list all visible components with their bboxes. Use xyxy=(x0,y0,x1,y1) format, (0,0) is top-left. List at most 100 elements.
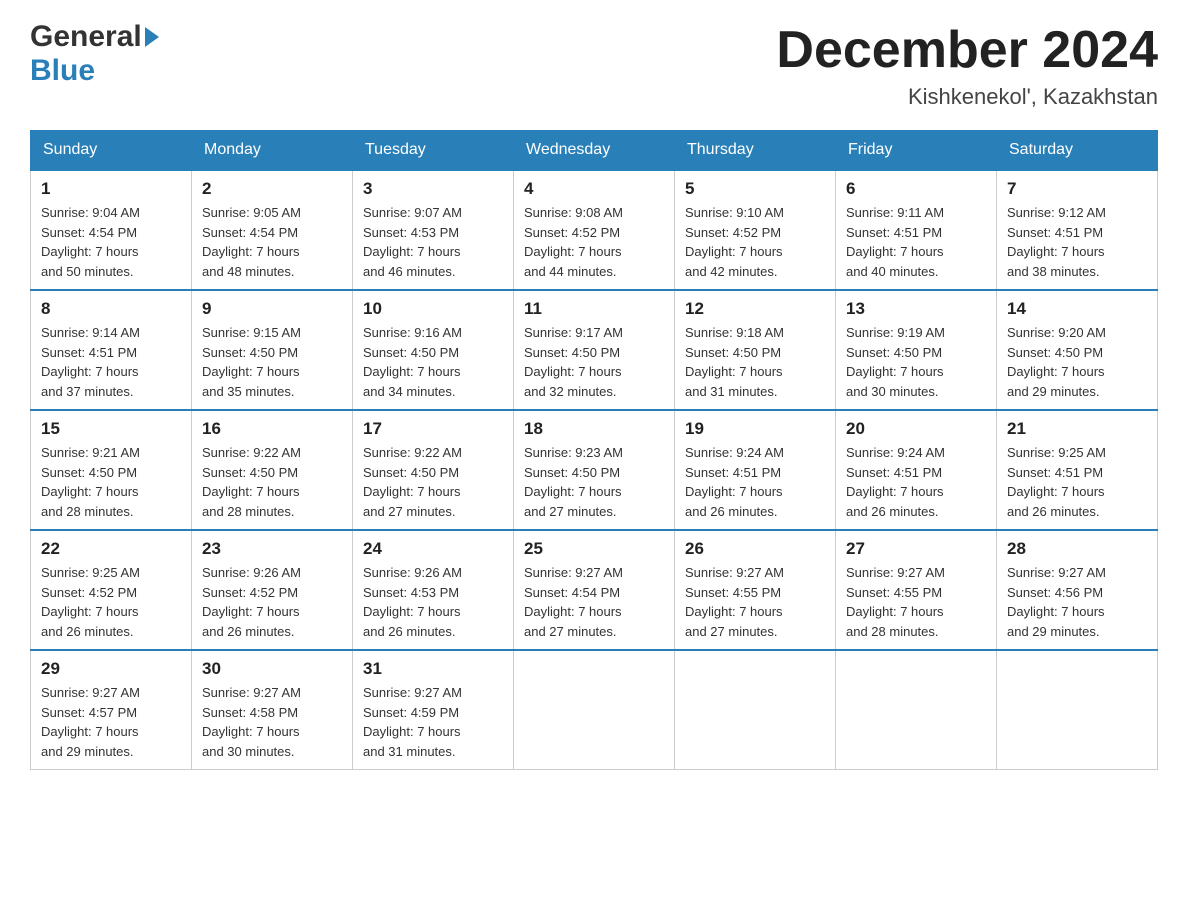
day-info: Sunrise: 9:20 AM Sunset: 4:50 PM Dayligh… xyxy=(1007,323,1147,401)
weekday-header-row: SundayMondayTuesdayWednesdayThursdayFrid… xyxy=(31,131,1158,171)
day-number: 26 xyxy=(685,539,825,559)
logo-blue-text: Blue xyxy=(30,54,95,88)
day-number: 25 xyxy=(524,539,664,559)
day-info: Sunrise: 9:27 AM Sunset: 4:55 PM Dayligh… xyxy=(685,563,825,641)
calendar-week-row: 22 Sunrise: 9:25 AM Sunset: 4:52 PM Dayl… xyxy=(31,530,1158,650)
calendar-cell: 14 Sunrise: 9:20 AM Sunset: 4:50 PM Dayl… xyxy=(997,290,1158,410)
day-number: 17 xyxy=(363,419,503,439)
day-number: 1 xyxy=(41,179,181,199)
day-info: Sunrise: 9:26 AM Sunset: 4:52 PM Dayligh… xyxy=(202,563,342,641)
day-number: 7 xyxy=(1007,179,1147,199)
month-title: December 2024 xyxy=(776,20,1158,80)
weekday-header-monday: Monday xyxy=(192,131,353,171)
calendar-cell: 29 Sunrise: 9:27 AM Sunset: 4:57 PM Dayl… xyxy=(31,650,192,770)
day-info: Sunrise: 9:16 AM Sunset: 4:50 PM Dayligh… xyxy=(363,323,503,401)
day-info: Sunrise: 9:14 AM Sunset: 4:51 PM Dayligh… xyxy=(41,323,181,401)
day-number: 16 xyxy=(202,419,342,439)
day-number: 15 xyxy=(41,419,181,439)
day-number: 23 xyxy=(202,539,342,559)
day-info: Sunrise: 9:27 AM Sunset: 4:56 PM Dayligh… xyxy=(1007,563,1147,641)
day-info: Sunrise: 9:27 AM Sunset: 4:58 PM Dayligh… xyxy=(202,683,342,761)
calendar-cell: 16 Sunrise: 9:22 AM Sunset: 4:50 PM Dayl… xyxy=(192,410,353,530)
day-info: Sunrise: 9:27 AM Sunset: 4:55 PM Dayligh… xyxy=(846,563,986,641)
calendar-cell xyxy=(514,650,675,770)
calendar-cell: 7 Sunrise: 9:12 AM Sunset: 4:51 PM Dayli… xyxy=(997,170,1158,290)
day-info: Sunrise: 9:27 AM Sunset: 4:57 PM Dayligh… xyxy=(41,683,181,761)
day-number: 5 xyxy=(685,179,825,199)
calendar-week-row: 1 Sunrise: 9:04 AM Sunset: 4:54 PM Dayli… xyxy=(31,170,1158,290)
day-info: Sunrise: 9:04 AM Sunset: 4:54 PM Dayligh… xyxy=(41,203,181,281)
day-number: 18 xyxy=(524,419,664,439)
day-number: 10 xyxy=(363,299,503,319)
calendar-cell: 9 Sunrise: 9:15 AM Sunset: 4:50 PM Dayli… xyxy=(192,290,353,410)
day-info: Sunrise: 9:19 AM Sunset: 4:50 PM Dayligh… xyxy=(846,323,986,401)
calendar-cell: 5 Sunrise: 9:10 AM Sunset: 4:52 PM Dayli… xyxy=(675,170,836,290)
calendar-cell: 13 Sunrise: 9:19 AM Sunset: 4:50 PM Dayl… xyxy=(836,290,997,410)
day-number: 9 xyxy=(202,299,342,319)
calendar-cell: 17 Sunrise: 9:22 AM Sunset: 4:50 PM Dayl… xyxy=(353,410,514,530)
calendar-cell: 8 Sunrise: 9:14 AM Sunset: 4:51 PM Dayli… xyxy=(31,290,192,410)
day-info: Sunrise: 9:25 AM Sunset: 4:51 PM Dayligh… xyxy=(1007,443,1147,521)
calendar-cell: 21 Sunrise: 9:25 AM Sunset: 4:51 PM Dayl… xyxy=(997,410,1158,530)
calendar-table: SundayMondayTuesdayWednesdayThursdayFrid… xyxy=(30,130,1158,770)
day-info: Sunrise: 9:05 AM Sunset: 4:54 PM Dayligh… xyxy=(202,203,342,281)
day-info: Sunrise: 9:18 AM Sunset: 4:50 PM Dayligh… xyxy=(685,323,825,401)
calendar-cell: 30 Sunrise: 9:27 AM Sunset: 4:58 PM Dayl… xyxy=(192,650,353,770)
day-number: 27 xyxy=(846,539,986,559)
weekday-header-thursday: Thursday xyxy=(675,131,836,171)
day-info: Sunrise: 9:27 AM Sunset: 4:59 PM Dayligh… xyxy=(363,683,503,761)
day-number: 28 xyxy=(1007,539,1147,559)
logo-arrow-icon xyxy=(145,27,159,47)
day-number: 19 xyxy=(685,419,825,439)
calendar-cell: 24 Sunrise: 9:26 AM Sunset: 4:53 PM Dayl… xyxy=(353,530,514,650)
calendar-cell: 18 Sunrise: 9:23 AM Sunset: 4:50 PM Dayl… xyxy=(514,410,675,530)
day-number: 22 xyxy=(41,539,181,559)
day-info: Sunrise: 9:15 AM Sunset: 4:50 PM Dayligh… xyxy=(202,323,342,401)
day-number: 11 xyxy=(524,299,664,319)
calendar-cell: 12 Sunrise: 9:18 AM Sunset: 4:50 PM Dayl… xyxy=(675,290,836,410)
calendar-cell: 3 Sunrise: 9:07 AM Sunset: 4:53 PM Dayli… xyxy=(353,170,514,290)
day-number: 3 xyxy=(363,179,503,199)
calendar-cell: 26 Sunrise: 9:27 AM Sunset: 4:55 PM Dayl… xyxy=(675,530,836,650)
weekday-header-friday: Friday xyxy=(836,131,997,171)
weekday-header-sunday: Sunday xyxy=(31,131,192,171)
weekday-header-tuesday: Tuesday xyxy=(353,131,514,171)
day-number: 24 xyxy=(363,539,503,559)
day-number: 8 xyxy=(41,299,181,319)
day-info: Sunrise: 9:11 AM Sunset: 4:51 PM Dayligh… xyxy=(846,203,986,281)
day-number: 31 xyxy=(363,659,503,679)
day-number: 29 xyxy=(41,659,181,679)
calendar-cell: 28 Sunrise: 9:27 AM Sunset: 4:56 PM Dayl… xyxy=(997,530,1158,650)
day-info: Sunrise: 9:22 AM Sunset: 4:50 PM Dayligh… xyxy=(202,443,342,521)
day-info: Sunrise: 9:26 AM Sunset: 4:53 PM Dayligh… xyxy=(363,563,503,641)
day-number: 4 xyxy=(524,179,664,199)
day-number: 6 xyxy=(846,179,986,199)
logo: General Blue xyxy=(30,20,159,88)
calendar-cell xyxy=(997,650,1158,770)
calendar-cell: 2 Sunrise: 9:05 AM Sunset: 4:54 PM Dayli… xyxy=(192,170,353,290)
weekday-header-saturday: Saturday xyxy=(997,131,1158,171)
calendar-cell: 25 Sunrise: 9:27 AM Sunset: 4:54 PM Dayl… xyxy=(514,530,675,650)
day-info: Sunrise: 9:08 AM Sunset: 4:52 PM Dayligh… xyxy=(524,203,664,281)
calendar-cell: 4 Sunrise: 9:08 AM Sunset: 4:52 PM Dayli… xyxy=(514,170,675,290)
day-info: Sunrise: 9:27 AM Sunset: 4:54 PM Dayligh… xyxy=(524,563,664,641)
calendar-cell: 22 Sunrise: 9:25 AM Sunset: 4:52 PM Dayl… xyxy=(31,530,192,650)
calendar-cell xyxy=(836,650,997,770)
page-header: General Blue December 2024 Kishkenekol',… xyxy=(30,20,1158,110)
weekday-header-wednesday: Wednesday xyxy=(514,131,675,171)
day-number: 12 xyxy=(685,299,825,319)
calendar-cell: 27 Sunrise: 9:27 AM Sunset: 4:55 PM Dayl… xyxy=(836,530,997,650)
calendar-week-row: 29 Sunrise: 9:27 AM Sunset: 4:57 PM Dayl… xyxy=(31,650,1158,770)
title-section: December 2024 Kishkenekol', Kazakhstan xyxy=(776,20,1158,110)
day-number: 21 xyxy=(1007,419,1147,439)
day-number: 2 xyxy=(202,179,342,199)
day-info: Sunrise: 9:24 AM Sunset: 4:51 PM Dayligh… xyxy=(685,443,825,521)
calendar-cell: 6 Sunrise: 9:11 AM Sunset: 4:51 PM Dayli… xyxy=(836,170,997,290)
location-title: Kishkenekol', Kazakhstan xyxy=(776,84,1158,110)
calendar-cell: 19 Sunrise: 9:24 AM Sunset: 4:51 PM Dayl… xyxy=(675,410,836,530)
day-info: Sunrise: 9:17 AM Sunset: 4:50 PM Dayligh… xyxy=(524,323,664,401)
day-info: Sunrise: 9:07 AM Sunset: 4:53 PM Dayligh… xyxy=(363,203,503,281)
day-number: 20 xyxy=(846,419,986,439)
day-info: Sunrise: 9:10 AM Sunset: 4:52 PM Dayligh… xyxy=(685,203,825,281)
day-number: 14 xyxy=(1007,299,1147,319)
